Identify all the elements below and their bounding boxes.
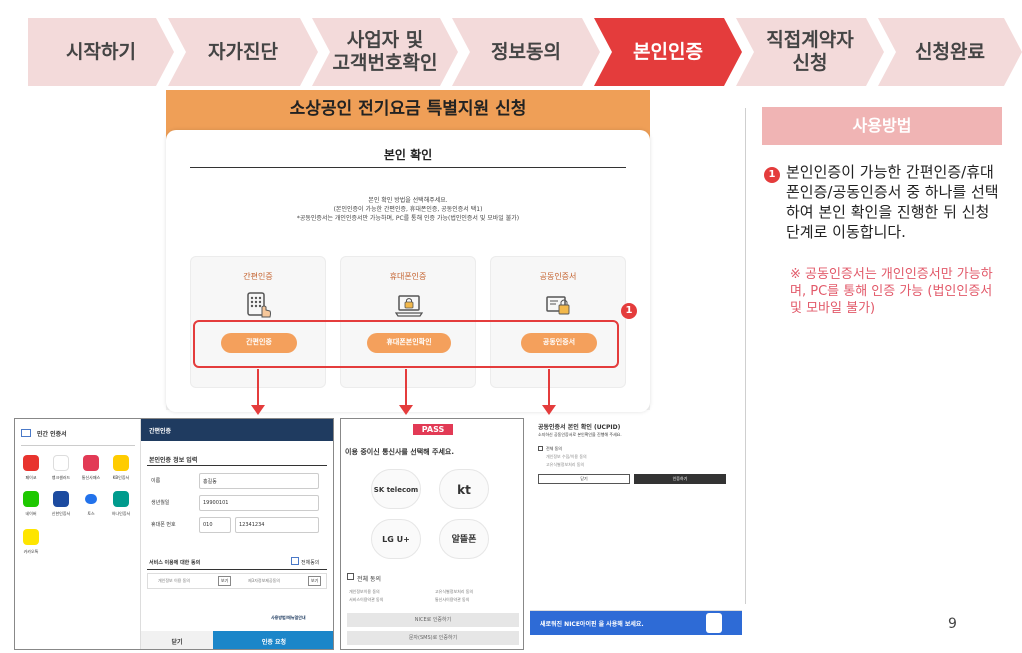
kakaotalk-icon[interactable] [23, 529, 39, 545]
step-identity-verification: 본인인증 [594, 18, 742, 86]
card-title: 본인 확인 [383, 148, 433, 162]
laptop-lock-icon [395, 295, 423, 317]
simple-auth-screenshot: 민간 인증서 페이코 뱅크샐러드 통신사패스 KB인증서 네이버 신한인증서 토… [14, 418, 334, 650]
agree-all-checkbox[interactable] [347, 573, 354, 580]
shinhan-icon[interactable] [53, 491, 69, 507]
nice-auth-button[interactable]: NICE로 인증하기 [347, 613, 519, 627]
payco-icon[interactable] [23, 455, 39, 471]
birthdate-input[interactable]: 19900101 [199, 495, 319, 511]
cert-agree-all-checkbox[interactable] [538, 446, 543, 451]
cert-close-button[interactable]: 닫기 [538, 474, 630, 484]
howto-text: 본인인증이 가능한 간편인증/휴대폰인증/공동인증서 중 하나를 선택하여 본인… [786, 163, 999, 241]
keypad-icon [247, 292, 271, 318]
telco-skt[interactable]: SK telecom [371, 469, 421, 509]
arrow-down-icon [399, 369, 413, 415]
certificate-icon [546, 296, 570, 315]
certificate-auth-screenshot: 공동인증서 본인 확인 (UCPID) 소지하신 공동인증서로 본인확인을 진행… [530, 418, 742, 650]
naver-icon[interactable] [23, 491, 39, 507]
phone-auth-screenshot: PASS 이용 중이신 통신사를 선택해 주세요. SK telecom kt … [340, 418, 524, 650]
consent-all-checkbox[interactable] [291, 557, 299, 565]
step-self-diagnosis: 자가진단 [168, 18, 318, 86]
howto-header: 사용방법 [762, 107, 1002, 145]
hero-title: 소상공인 전기요금 특별지원 신청 [289, 99, 527, 119]
arrow-down-icon [251, 369, 265, 415]
step-start: 시작하기 [28, 18, 174, 86]
birthdate-row: 생년월일 19900101 [141, 493, 333, 513]
step-direct-contract: 직접계약자 신청 [736, 18, 884, 86]
step-badge: 1 [621, 303, 637, 319]
view-terms-button[interactable]: 보기 [218, 576, 232, 586]
banksalad-icon[interactable] [53, 455, 69, 471]
view-third-party-button[interactable]: 보기 [308, 576, 322, 586]
carrier-select[interactable]: 010 [199, 517, 231, 533]
phone-icon [706, 613, 722, 633]
verification-card: 본인 확인 본인 확인 방법을 선택해주세요. (본인인증이 가능한 간편인증,… [166, 130, 650, 412]
pass-logo: PASS [413, 424, 453, 435]
form-header: 간편인증 [141, 419, 333, 441]
pass-icon[interactable] [83, 455, 99, 471]
telco-lgu[interactable]: LG U+ [371, 519, 421, 559]
title-divider [190, 167, 626, 168]
panel-divider [745, 108, 746, 604]
private-cert-list: 민간 인증서 페이코 뱅크샐러드 통신사패스 KB인증서 네이버 신한인증서 토… [15, 419, 141, 649]
kb-icon[interactable] [113, 455, 129, 471]
name-row: 이름 홍길동 [141, 471, 333, 491]
certificate-icon [21, 429, 31, 437]
step-business-number: 사업자 및 고객번호확인 [312, 18, 458, 86]
simple-auth-form: 간편인증 본인인증 정보 입력 이름 홍길동 생년월일 19900101 휴대폰… [141, 419, 333, 649]
howto-badge: 1 [764, 167, 780, 183]
step-complete: 신청완료 [878, 18, 1022, 86]
step-info-consent: 정보동의 [452, 18, 600, 86]
close-button[interactable]: 닫기 [141, 631, 213, 649]
telco-kt[interactable]: kt [439, 469, 489, 509]
hana-icon[interactable] [113, 491, 129, 507]
phone-row: 휴대폰 번호 010 12341234 [141, 515, 333, 535]
sms-auth-button[interactable]: 문자(SMS)로 인증하기 [347, 631, 519, 645]
card-description: 본인 확인 방법을 선택해주세요. (본인인증이 가능한 간편인증, 휴대폰인증… [296, 197, 520, 222]
nice-ipin-banner[interactable]: 새로워진 NICE아이핀 을 사용해 보세요. [530, 610, 742, 650]
page-number: 9 [948, 616, 957, 632]
highlight-buttons-box [193, 320, 619, 368]
guide-link[interactable]: 사용방법/매뉴얼안내 [271, 615, 306, 621]
cert-confirm-button[interactable]: 인증하기 [634, 474, 726, 484]
toss-icon[interactable] [83, 491, 99, 507]
name-input[interactable]: 홍길동 [199, 473, 319, 489]
step-progress-bar: 시작하기 자가진단 사업자 및 고객번호확인 정보동의 본인인증 직접계약자 신… [28, 18, 1022, 86]
consent-row: 개인정보 이용 동의 보기 제3자정보제공동의 보기 [147, 573, 327, 589]
howto-note: ※ 공동인증서는 개인인증서만 가능하며, PC를 통해 인증 가능 (법인인증… [790, 267, 993, 316]
telco-mvno[interactable]: 알뜰폰 [439, 519, 489, 559]
arrow-down-icon [542, 369, 556, 415]
request-auth-button[interactable]: 인증 요청 [213, 631, 333, 649]
phone-input[interactable]: 12341234 [235, 517, 319, 533]
